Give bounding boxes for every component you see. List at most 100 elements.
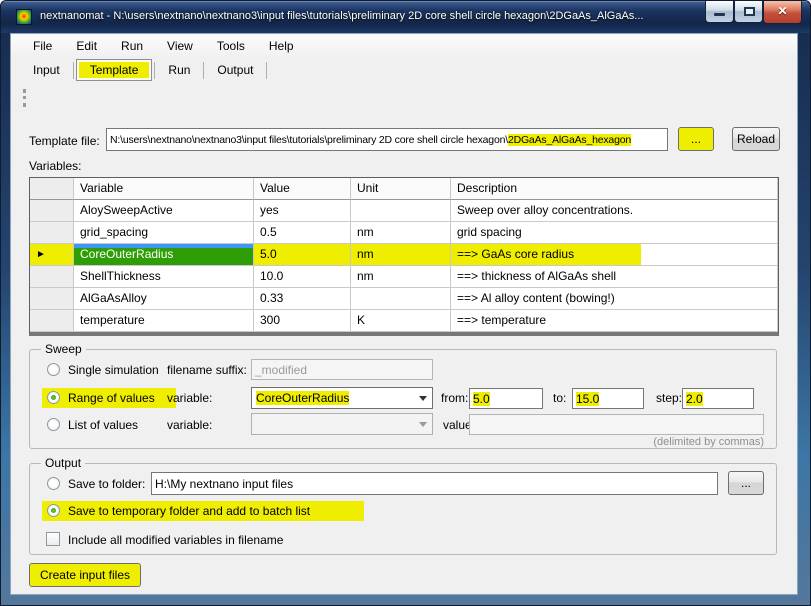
minimize-button[interactable]: [705, 1, 734, 23]
cell-unit[interactable]: [351, 200, 451, 222]
column-header-description[interactable]: Description: [451, 178, 778, 200]
reload-button[interactable]: Reload: [732, 127, 780, 151]
client-area: File Edit Run View Tools Help Input Temp…: [10, 33, 798, 595]
toolbar-grip-icon[interactable]: [23, 89, 26, 107]
single-simulation-label[interactable]: Single simulation: [68, 363, 159, 377]
tab-output[interactable]: Output: [204, 60, 266, 80]
row-header[interactable]: [30, 222, 74, 244]
menu-help[interactable]: Help: [259, 36, 304, 56]
row-header[interactable]: [30, 310, 74, 332]
tab-separator: [266, 62, 267, 79]
menu-tools[interactable]: Tools: [207, 36, 255, 56]
cell-description[interactable]: ==> thickness of AlGaAs shell: [451, 266, 778, 288]
row-header[interactable]: [30, 200, 74, 222]
range-variable-value: CoreOuterRadius: [256, 391, 349, 405]
close-icon: ✕: [764, 4, 801, 18]
filename-suffix-value: _modified: [255, 363, 307, 377]
cell-description[interactable]: ==> Al alloy content (bowing!): [451, 288, 778, 310]
include-modified-label[interactable]: Include all modified variables in filena…: [68, 533, 283, 547]
menu-view[interactable]: View: [157, 36, 203, 56]
app-icon: [16, 9, 32, 25]
step-label: step:: [656, 391, 682, 405]
tab-template[interactable]: Template: [76, 59, 153, 81]
delimited-hint: (delimited by commas): [570, 436, 764, 448]
cell-variable[interactable]: temperature: [74, 310, 254, 332]
list-of-values-radio[interactable]: [47, 418, 60, 431]
step-value: 2.0: [686, 392, 703, 406]
template-browse-button[interactable]: ...: [678, 127, 714, 151]
output-browse-button[interactable]: ...: [728, 471, 764, 495]
save-temp-folder-radio[interactable]: [47, 504, 60, 517]
cell-description[interactable]: ==> GaAs core radius: [451, 244, 778, 266]
range-of-values-radio[interactable]: [47, 391, 60, 404]
create-input-files-button[interactable]: Create input files: [29, 563, 141, 587]
to-label: to:: [553, 391, 566, 405]
include-modified-checkbox[interactable]: [46, 532, 60, 546]
cell-value[interactable]: 0.5: [254, 222, 351, 244]
list-variable-select[interactable]: [251, 413, 433, 435]
step-input[interactable]: 2.0: [682, 388, 754, 409]
values-input[interactable]: [469, 414, 764, 435]
from-input[interactable]: 5.0: [469, 388, 543, 409]
column-header-unit[interactable]: Unit: [351, 178, 451, 200]
save-temp-folder-label[interactable]: Save to temporary folder and add to batc…: [68, 504, 310, 518]
dropdown-arrow-icon: [419, 396, 427, 401]
tab-run[interactable]: Run: [155, 60, 203, 80]
cell-variable[interactable]: grid_spacing: [74, 222, 254, 244]
close-button[interactable]: ✕: [763, 1, 802, 24]
variables-label: Variables:: [29, 159, 81, 173]
template-path-prefix: N:\users\nextnano\nextnano3\input files\…: [110, 134, 508, 146]
menubar: File Edit Run View Tools Help: [11, 34, 797, 57]
template-path-filename: 2DGaAs_AlGaAs_hexagon: [508, 134, 631, 146]
cell-description[interactable]: ==> temperature: [451, 310, 778, 332]
cell-value[interactable]: yes: [254, 200, 351, 222]
row-marker-icon: ►: [36, 249, 46, 260]
filename-suffix-label: filename suffix:: [167, 363, 247, 377]
window-title: nextnanomat - N:\users\nextnano\nextnano…: [40, 10, 643, 22]
menu-file[interactable]: File: [23, 36, 62, 56]
cell-value[interactable]: 10.0: [254, 266, 351, 288]
row-header[interactable]: [30, 266, 74, 288]
single-simulation-radio[interactable]: [47, 363, 60, 376]
from-value: 5.0: [473, 392, 490, 406]
save-to-folder-label[interactable]: Save to folder:: [68, 477, 145, 491]
row-header-selected[interactable]: ►: [30, 244, 74, 266]
sweep-group-label: Sweep: [41, 342, 86, 356]
cell-unit[interactable]: nm: [351, 222, 451, 244]
range-of-values-label[interactable]: Range of values: [68, 391, 155, 405]
tabstrip: Input Template Run Output: [10, 57, 798, 83]
to-input[interactable]: 15.0: [572, 388, 644, 409]
cell-description[interactable]: Sweep over alloy concentrations.: [451, 200, 778, 222]
maximize-button[interactable]: [734, 1, 763, 23]
cell-unit[interactable]: nm: [351, 266, 451, 288]
row-header[interactable]: [30, 288, 74, 310]
list-of-values-label[interactable]: List of values: [68, 418, 138, 432]
tab-input[interactable]: Input: [20, 60, 73, 80]
cell-description[interactable]: grid spacing: [451, 222, 778, 244]
column-header-value[interactable]: Value: [254, 178, 351, 200]
save-folder-input[interactable]: H:\My nextnano input files: [151, 472, 718, 495]
menu-edit[interactable]: Edit: [66, 36, 107, 56]
filename-suffix-input[interactable]: _modified: [251, 359, 433, 380]
save-folder-value: H:\My nextnano input files: [155, 477, 293, 491]
minimize-icon: [714, 13, 725, 16]
column-header-variable[interactable]: Variable: [74, 178, 254, 200]
cell-value[interactable]: 300: [254, 310, 351, 332]
cell-unit[interactable]: [351, 288, 451, 310]
template-file-input[interactable]: N:\users\nextnano\nextnano3\input files\…: [106, 128, 668, 151]
cell-variable[interactable]: ShellThickness: [74, 266, 254, 288]
cell-value[interactable]: 0.33: [254, 288, 351, 310]
cell-value[interactable]: 5.0: [254, 244, 351, 266]
maximize-icon: [744, 7, 755, 16]
cell-variable-selected[interactable]: CoreOuterRadius: [74, 244, 254, 266]
cell-variable[interactable]: AloySweepActive: [74, 200, 254, 222]
from-label: from:: [441, 391, 468, 405]
range-variable-select[interactable]: CoreOuterRadius: [251, 387, 433, 409]
titlebar[interactable]: nextnanomat - N:\users\nextnano\nextnano…: [1, 1, 810, 33]
app-window: nextnanomat - N:\users\nextnano\nextnano…: [0, 0, 811, 606]
cell-unit[interactable]: nm: [351, 244, 451, 266]
cell-variable[interactable]: AlGaAsAlloy: [74, 288, 254, 310]
cell-unit[interactable]: K: [351, 310, 451, 332]
save-to-folder-radio[interactable]: [47, 477, 60, 490]
menu-run[interactable]: Run: [111, 36, 153, 56]
